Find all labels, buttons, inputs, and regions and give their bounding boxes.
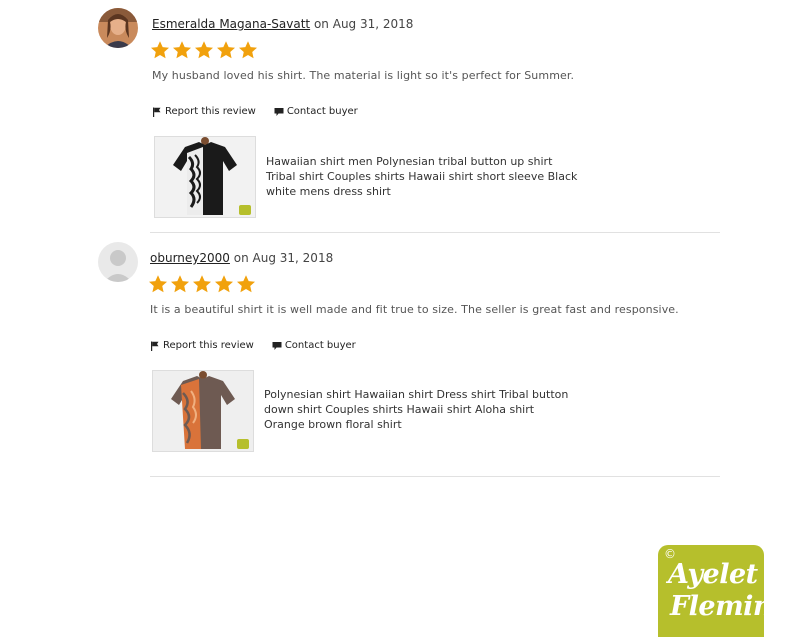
watermark-line2: Fleming bbox=[670, 591, 791, 622]
reviewer-name-link[interactable]: oburney2000 bbox=[150, 251, 230, 265]
watermark-logo: © Ayelet Fleming bbox=[658, 545, 791, 637]
report-review-label: Report this review bbox=[163, 340, 254, 351]
review-divider bbox=[150, 476, 720, 477]
product-thumbnail[interactable] bbox=[154, 136, 256, 218]
report-review-link[interactable]: Report this review bbox=[152, 106, 256, 117]
date-prefix: on bbox=[313, 17, 329, 31]
star-rating bbox=[150, 40, 258, 60]
date-prefix: on bbox=[233, 251, 249, 265]
contact-buyer-label: Contact buyer bbox=[284, 340, 356, 351]
report-review-label: Report this review bbox=[165, 106, 256, 117]
review-divider bbox=[150, 232, 720, 233]
star-icon bbox=[239, 41, 257, 59]
review-date: Aug 31, 2018 bbox=[252, 251, 334, 265]
star-icon bbox=[215, 275, 233, 293]
review-text: It is a beautiful shirt it is well made … bbox=[150, 303, 679, 316]
star-icon bbox=[149, 275, 167, 293]
flag-icon bbox=[153, 107, 161, 117]
star-icon bbox=[217, 41, 235, 59]
reviewer-avatar[interactable] bbox=[98, 242, 138, 282]
review-date: Aug 31, 2018 bbox=[332, 17, 414, 31]
review-meta: oburney2000 on Aug 31, 2018 bbox=[150, 251, 333, 265]
contact-buyer-label: Contact buyer bbox=[286, 106, 358, 117]
message-icon bbox=[272, 341, 282, 350]
flag-icon bbox=[151, 341, 159, 351]
star-icon bbox=[173, 41, 191, 59]
report-review-link[interactable]: Report this review bbox=[150, 340, 254, 351]
review-text: My husband loved his shirt. The material… bbox=[152, 69, 575, 82]
message-icon bbox=[274, 107, 284, 116]
product-thumbnail[interactable] bbox=[152, 370, 254, 452]
star-icon bbox=[237, 275, 255, 293]
contact-buyer-link[interactable]: Contact buyer bbox=[272, 340, 356, 351]
star-icon bbox=[195, 41, 213, 59]
star-icon bbox=[171, 275, 189, 293]
star-icon bbox=[151, 41, 169, 59]
review-meta: Esmeralda Magana-Savatt on Aug 31, 2018 bbox=[152, 17, 413, 31]
star-icon bbox=[193, 275, 211, 293]
star-rating bbox=[148, 274, 256, 294]
watermark-line1: Ayelet bbox=[668, 559, 758, 590]
reviewer-name-link[interactable]: Esmeralda Magana-Savatt bbox=[152, 17, 310, 31]
contact-buyer-link[interactable]: Contact buyer bbox=[274, 106, 358, 117]
reviewer-avatar[interactable] bbox=[98, 8, 138, 48]
product-title-link[interactable]: Hawaiian shirt men Polynesian tribal but… bbox=[266, 154, 578, 199]
review-actions: Report this review Contact buyer bbox=[152, 106, 358, 117]
product-title-link[interactable]: Polynesian shirt Hawaiian shirt Dress sh… bbox=[264, 387, 576, 432]
review-actions: Report this review Contact buyer bbox=[150, 340, 356, 351]
